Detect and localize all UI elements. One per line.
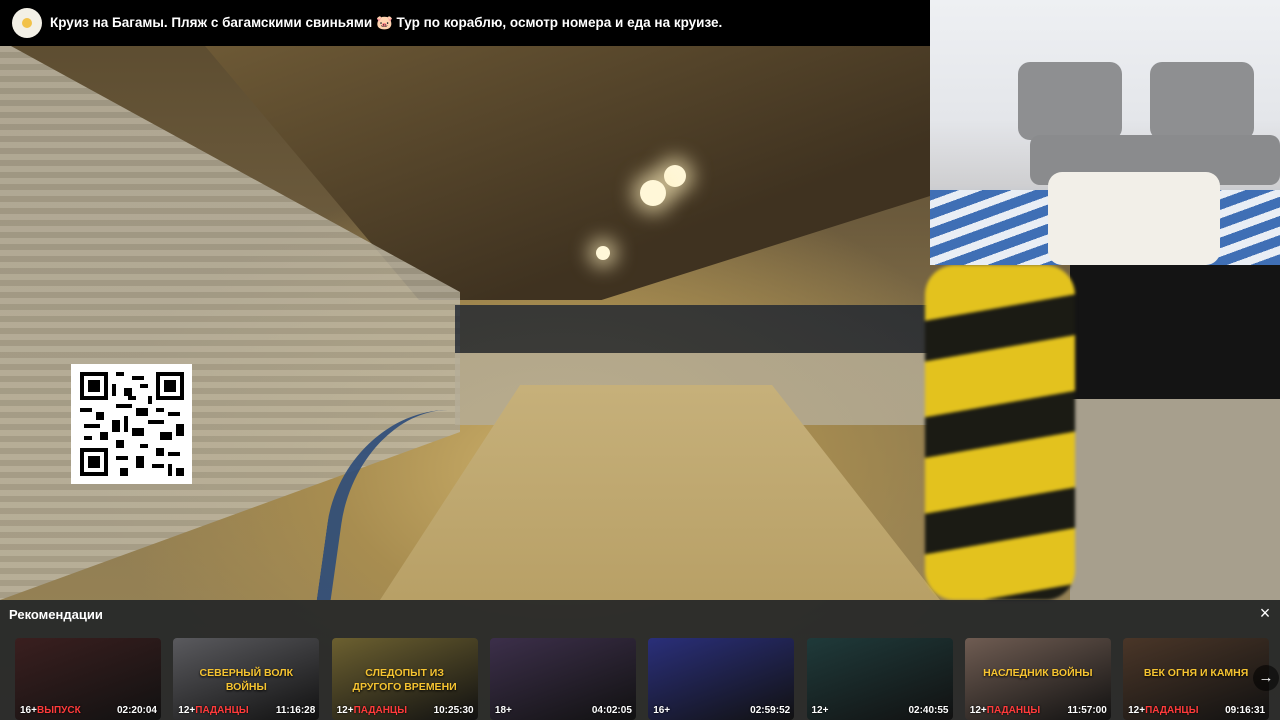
age-rating: 12+ПАДАНЦЫ bbox=[337, 705, 407, 716]
card-title-art: НАСЛЕДНИК ВОЙНЫ bbox=[983, 667, 1093, 679]
recommendation-card[interactable]: СЕВЕРНЫЙ ВОЛК ВОЙНЫ 12+ПАДАНЦЫ 11:16:28 bbox=[173, 638, 320, 720]
age-rating: 18+ bbox=[495, 705, 512, 716]
arrow-right-icon[interactable]: → bbox=[1253, 665, 1279, 691]
channel-avatar[interactable] bbox=[12, 8, 42, 38]
age-rating-label: 12+ bbox=[811, 705, 829, 716]
card-duration: 10:25:30 bbox=[433, 705, 474, 716]
card-badge: ПАДАНЦЫ bbox=[195, 705, 249, 716]
card-duration: 11:16:28 bbox=[275, 705, 316, 716]
video-scene-pillar bbox=[925, 265, 1075, 600]
card-duration: 02:40:55 bbox=[908, 705, 949, 716]
video-title: Круиз на Багамы. Пляж с багамскими свинь… bbox=[50, 15, 723, 30]
age-rating: 16+ВЫПУСК bbox=[20, 705, 81, 716]
age-rating-label: 16+ bbox=[20, 705, 37, 716]
recommendation-card[interactable]: 16+ 02:59:52 bbox=[648, 638, 795, 720]
age-rating: 12+ПАДАНЦЫ bbox=[178, 705, 248, 716]
card-duration: 02:59:52 bbox=[750, 705, 791, 716]
recommendation-card[interactable]: СЛЕДОПЫТ ИЗ ДРУГОГО ВРЕМЕНИ 12+ПАДАНЦЫ 10:… bbox=[331, 638, 478, 720]
card-duration: 09:16:31 bbox=[1225, 705, 1266, 716]
age-rating-label: 18+ bbox=[494, 705, 512, 716]
age-rating-label: 12+ bbox=[336, 705, 354, 716]
video-title-bar: Круиз на Багамы. Пляж с багамскими свинь… bbox=[0, 0, 930, 46]
card-duration: 04:02:05 bbox=[591, 705, 632, 716]
ceiling-light bbox=[664, 165, 686, 187]
ceiling-light bbox=[596, 246, 610, 260]
card-duration: 02:20:04 bbox=[116, 705, 157, 716]
card-title-art: ВЕК ОГНЯ И КАМНЯ bbox=[1143, 667, 1249, 679]
age-rating: 16+ bbox=[653, 705, 670, 716]
age-rating-label: 12+ bbox=[969, 705, 987, 716]
age-rating: 12+ПАДАНЦЫ bbox=[970, 705, 1040, 716]
close-icon[interactable]: × bbox=[1256, 604, 1274, 622]
recommendation-card[interactable]: 16+ВЫПУСК 02:20:04 bbox=[15, 638, 161, 720]
qr-code bbox=[71, 364, 192, 484]
card-badge: ПАДАНЦЫ bbox=[1145, 705, 1199, 716]
recommendation-card[interactable]: 12+ 02:40:55 bbox=[806, 638, 953, 720]
recommendations-heading: Рекомендации bbox=[9, 607, 103, 622]
age-rating: 12+ bbox=[812, 705, 829, 716]
age-rating: 12+ПАДАНЦЫ bbox=[1128, 705, 1198, 716]
card-duration: 11:57:00 bbox=[1067, 705, 1107, 716]
webcam-cushion bbox=[1018, 62, 1122, 140]
webcam-cushion bbox=[1150, 62, 1254, 140]
ceiling-light bbox=[640, 180, 666, 206]
video-scene-sea bbox=[1070, 265, 1280, 600]
card-title-art: СЕВЕРНЫЙ ВОЛК ВОЙНЫ bbox=[199, 667, 294, 694]
recommendation-card[interactable]: ВЕК ОГНЯ И КАМНЯ 12+ПАДАНЦЫ 09:16:31 bbox=[1123, 638, 1270, 720]
webcam-pillow bbox=[1048, 172, 1220, 265]
recommendation-card[interactable]: НАСЛЕДНИК ВОЙНЫ 12+ПАДАНЦЫ 11:57:00 bbox=[964, 638, 1111, 720]
card-badge: ПАДАНЦЫ bbox=[353, 705, 408, 716]
card-badge: ВЫПУСК bbox=[36, 705, 81, 716]
webcam-overlay bbox=[930, 0, 1280, 265]
recommendation-card[interactable]: 18+ 04:02:05 bbox=[489, 638, 636, 720]
card-badge: ПАДАНЦЫ bbox=[986, 705, 1041, 716]
age-rating-label: 12+ bbox=[178, 705, 196, 716]
card-title-art: СЛЕДОПЫТ ИЗ ДРУГОГО ВРЕМЕНИ bbox=[352, 667, 457, 694]
age-rating-label: 12+ bbox=[1128, 705, 1146, 716]
age-rating-label: 16+ bbox=[653, 705, 671, 716]
